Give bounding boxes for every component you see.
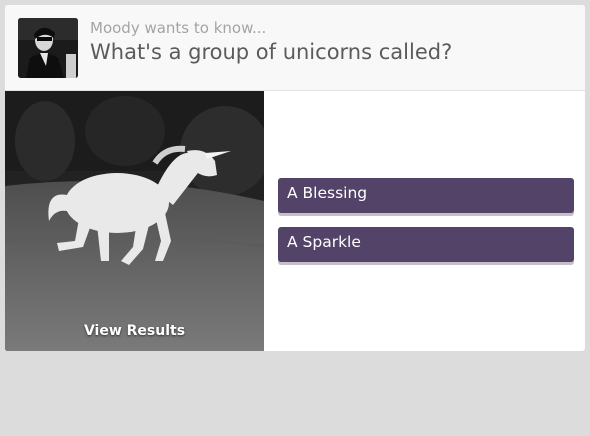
asker-text: Moody wants to know... <box>90 19 267 37</box>
avatar <box>18 18 78 78</box>
answer-button-1[interactable]: A Blessing <box>278 178 574 213</box>
poll-card: Moody wants to know... What's a group of… <box>5 5 585 351</box>
poll-question: What's a group of unicorns called? <box>90 40 453 64</box>
avatar-photo <box>18 18 78 78</box>
answer-button-2[interactable]: A Sparkle <box>278 227 574 262</box>
poll-header: Moody wants to know... What's a group of… <box>5 5 585 91</box>
unicorn-image <box>5 91 264 351</box>
answer-list: A Blessing A Sparkle <box>278 178 574 276</box>
view-results-link[interactable]: View Results <box>5 323 264 339</box>
poll-image[interactable]: View Results <box>5 91 264 351</box>
